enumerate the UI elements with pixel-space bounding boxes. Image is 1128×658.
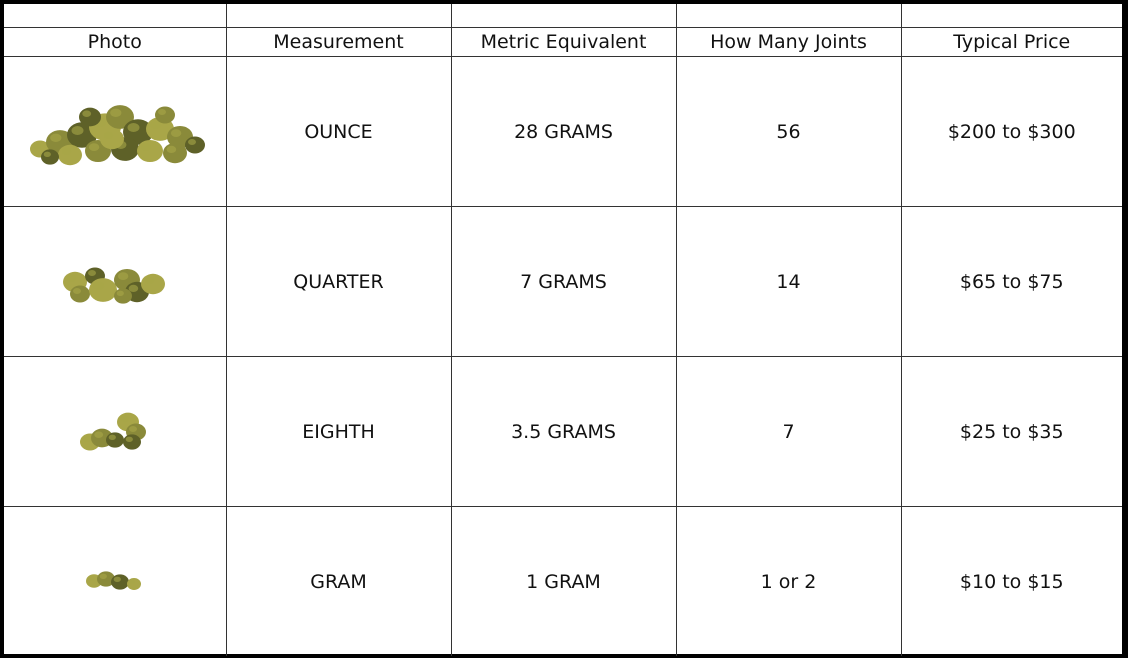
bud-shape xyxy=(110,573,129,590)
blank-cell xyxy=(4,4,227,28)
table-row: GRAM 1 GRAM 1 or 2 $10 to $15 xyxy=(4,506,1122,656)
bud-highlight xyxy=(113,576,121,582)
price-cell: $25 to $35 xyxy=(900,356,1122,507)
bud-shape xyxy=(99,128,124,149)
price-cell: $65 to $75 xyxy=(900,206,1122,357)
metric-cell: 1 GRAM xyxy=(450,506,677,656)
bud-highlight xyxy=(88,142,100,151)
measurement-table-frame: Photo Measurement Metric Equivalent How … xyxy=(4,4,1122,656)
header-photo: Photo xyxy=(4,27,227,57)
bud-highlight xyxy=(66,274,76,282)
bud-highlight xyxy=(116,290,124,296)
bud-highlight xyxy=(128,579,135,584)
joints-cell: 1 or 2 xyxy=(675,506,902,656)
price-cell: $200 to $300 xyxy=(900,56,1122,207)
photo-cell xyxy=(4,206,227,357)
bud-shape xyxy=(78,107,101,126)
joints-cell: 14 xyxy=(675,206,902,357)
bud-highlight xyxy=(49,133,62,142)
photo-cell xyxy=(4,356,227,507)
bud-highlight xyxy=(120,414,129,422)
bud-shape xyxy=(88,277,117,302)
cannabis-pile-medium-icon xyxy=(62,267,165,304)
bud-highlight xyxy=(88,575,95,581)
bud-highlight xyxy=(108,434,116,440)
header-typical-price: Typical Price xyxy=(900,27,1122,57)
joints-cell: 56 xyxy=(675,56,902,207)
bud-highlight xyxy=(140,142,152,151)
measurement-cell: GRAM xyxy=(225,506,452,656)
cannabis-pile-tiny-icon xyxy=(85,570,141,590)
price-cell: $10 to $15 xyxy=(900,506,1122,656)
photo-cell xyxy=(4,506,227,656)
bud-shape xyxy=(162,142,187,163)
blank-cell xyxy=(900,4,1122,28)
bud-highlight xyxy=(99,573,107,579)
bud-highlight xyxy=(127,122,140,132)
table-row: QUARTER 7 GRAMS 14 $65 to $75 xyxy=(4,206,1122,357)
cannabis-pile-small-icon xyxy=(79,412,146,450)
metric-cell: 28 GRAMS xyxy=(450,56,677,207)
joints-cell: 7 xyxy=(675,356,902,507)
bud-highlight xyxy=(71,125,84,135)
photo-cell xyxy=(4,56,227,207)
header-metric-equivalent: Metric Equivalent xyxy=(450,27,677,57)
cannabis-pile-large-icon xyxy=(29,104,205,165)
bud-highlight xyxy=(144,276,154,284)
bud-shape xyxy=(57,144,82,165)
header-row: Photo Measurement Metric Equivalent How … xyxy=(4,27,1122,57)
bud-shape xyxy=(184,136,205,153)
blank-top-row xyxy=(4,4,1122,28)
bud-highlight xyxy=(61,147,71,155)
blank-cell xyxy=(450,4,677,28)
bud-highlight xyxy=(157,108,166,115)
bud-shape xyxy=(136,139,163,162)
bud-shape xyxy=(154,106,175,123)
bud-highlight xyxy=(43,151,51,157)
bud-shape xyxy=(122,433,141,450)
table-row: OUNCE 28 GRAMS 56 $200 to $300 xyxy=(4,56,1122,207)
bud-highlight xyxy=(109,108,122,117)
bud-highlight xyxy=(128,425,137,432)
bud-highlight xyxy=(82,435,91,442)
blank-cell xyxy=(225,4,452,28)
metric-cell: 7 GRAMS xyxy=(450,206,677,357)
header-measurement: Measurement xyxy=(225,27,452,57)
bud-shape xyxy=(140,273,165,294)
bud-highlight xyxy=(87,269,96,276)
bud-shape xyxy=(113,287,132,304)
bud-highlight xyxy=(82,109,91,117)
blank-cell xyxy=(675,4,902,28)
bud-highlight xyxy=(72,287,81,294)
bud-shape xyxy=(40,148,59,165)
measurement-cell: EIGHTH xyxy=(225,356,452,507)
measurement-cell: QUARTER xyxy=(225,206,452,357)
header-how-many-joints: How Many Joints xyxy=(675,27,902,57)
bud-highlight xyxy=(92,281,105,290)
table-row: EIGHTH 3.5 GRAMS 7 $25 to $35 xyxy=(4,356,1122,507)
bud-highlight xyxy=(94,430,103,438)
bud-highlight xyxy=(128,284,138,292)
bud-shape xyxy=(105,431,124,448)
measurement-cell: OUNCE xyxy=(225,56,452,207)
bud-shape xyxy=(69,285,90,302)
bud-highlight xyxy=(103,131,113,139)
bud-highlight xyxy=(170,128,182,137)
bud-shape xyxy=(126,577,141,590)
bud-highlight xyxy=(32,142,41,149)
cannabis-measurement-table: Photo Measurement Metric Equivalent How … xyxy=(4,4,1122,656)
bud-highlight xyxy=(125,436,133,442)
bud-highlight xyxy=(117,271,129,280)
bud-highlight xyxy=(166,145,176,153)
bud-highlight xyxy=(187,138,196,145)
metric-cell: 3.5 GRAMS xyxy=(450,356,677,507)
